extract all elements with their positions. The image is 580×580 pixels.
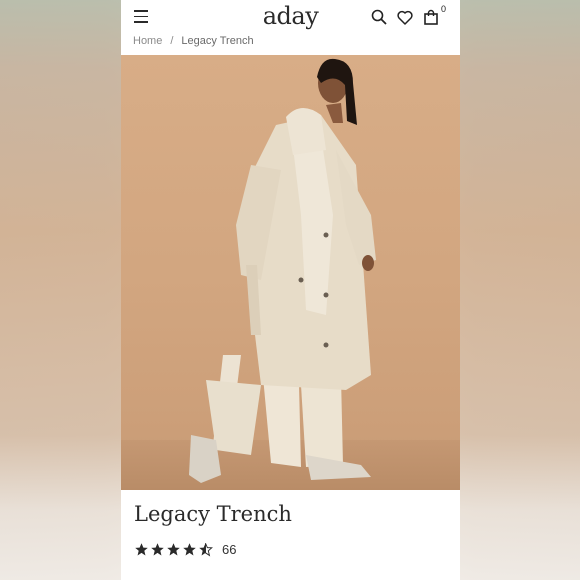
star-full-icon: [135, 543, 148, 556]
top-navigation-bar: aday 0: [121, 0, 460, 36]
bag-count-badge: 0: [441, 4, 447, 14]
search-icon[interactable]: [371, 9, 387, 25]
product-image[interactable]: [121, 55, 460, 490]
heart-icon[interactable]: [397, 10, 413, 25]
star-full-icon: [151, 543, 164, 556]
breadcrumb-home-link[interactable]: Home: [133, 35, 162, 47]
product-rating[interactable]: 66: [134, 542, 236, 557]
star-full-icon: [183, 543, 196, 556]
breadcrumb: Home / Legacy Trench: [133, 35, 254, 47]
bag-icon[interactable]: [423, 9, 439, 25]
model-illustration: [189, 58, 376, 483]
breadcrumb-current: Legacy Trench: [181, 35, 254, 47]
review-count[interactable]: 66: [222, 542, 236, 557]
product-title: Legacy Trench: [134, 502, 292, 526]
star-full-icon: [167, 543, 180, 556]
star-half-icon: [199, 543, 213, 557]
breadcrumb-separator: /: [170, 35, 174, 47]
phone-screen: aday 0 Home / Legacy Trench Legacy Trenc…: [121, 0, 460, 580]
